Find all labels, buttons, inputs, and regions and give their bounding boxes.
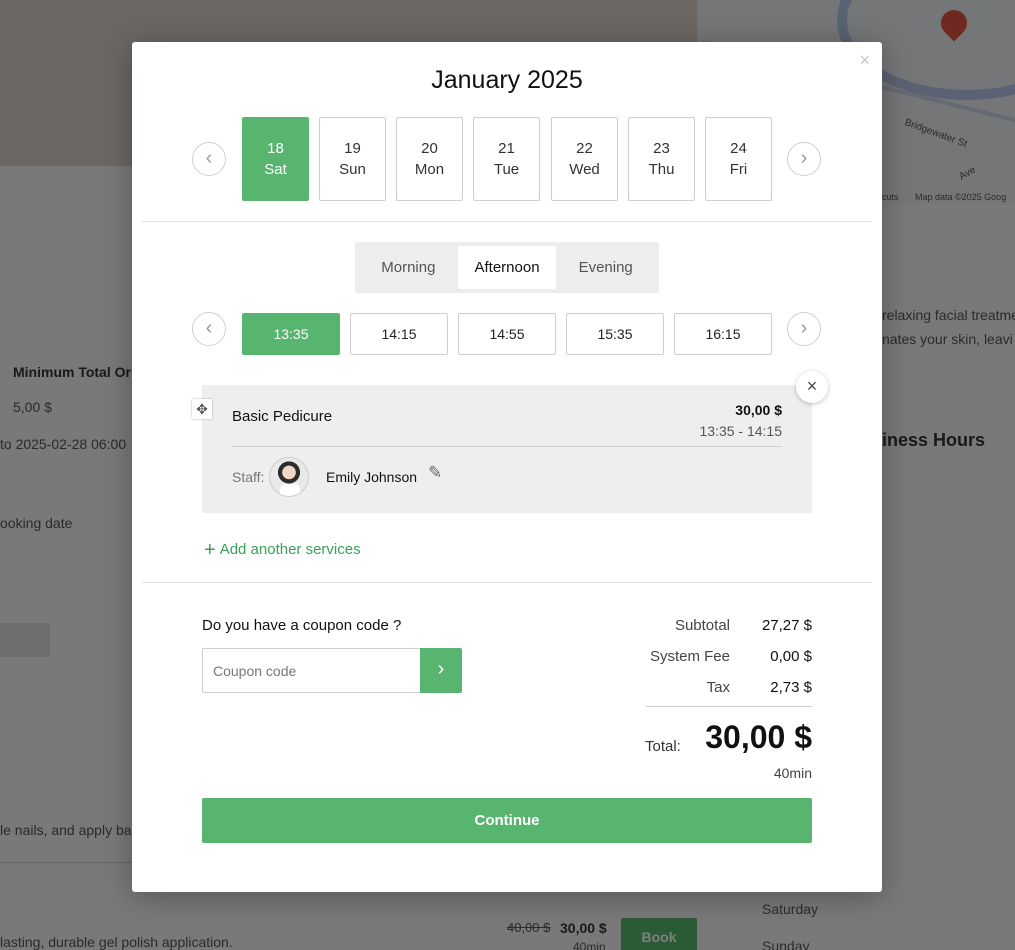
- apply-coupon-button[interactable]: ›: [420, 648, 462, 693]
- subtotal-value: 27,27 $: [761, 617, 812, 634]
- day-number: 22: [576, 140, 593, 157]
- total-value: 30,00 $: [705, 719, 812, 755]
- close-icon: ×: [806, 376, 818, 396]
- day-weekday: Tue: [493, 161, 520, 178]
- time-slot-1335[interactable]: 13:35: [242, 313, 340, 355]
- coupon-input[interactable]: [202, 648, 421, 693]
- day-24[interactable]: 24 Fri: [705, 117, 772, 201]
- divider: [142, 582, 872, 583]
- service-card: ✥ × Basic Pedicure 30,00 $ 13:35 - 14:15…: [192, 371, 828, 513]
- next-slots-button[interactable]: ›: [787, 312, 821, 346]
- total-duration: 40min: [773, 765, 812, 781]
- day-weekday: Wed: [569, 161, 600, 178]
- divider: [646, 706, 812, 707]
- time-slot-1615[interactable]: 16:15: [674, 313, 772, 355]
- day-number: 18: [267, 140, 284, 157]
- total-label: Total:: [645, 738, 681, 755]
- period-tabs: Morning Afternoon Evening: [355, 242, 659, 293]
- add-service-link[interactable]: + Add another services: [204, 539, 361, 562]
- divider: [142, 221, 872, 222]
- service-price: 30,00 $: [735, 402, 782, 418]
- day-21[interactable]: 21 Tue: [473, 117, 540, 201]
- day-number: 20: [421, 140, 438, 157]
- tab-evening[interactable]: Evening: [556, 246, 655, 289]
- continue-button[interactable]: Continue: [202, 798, 812, 843]
- chevron-left-icon: ‹: [205, 317, 213, 339]
- day-18[interactable]: 18 Sat: [242, 117, 309, 201]
- day-weekday: Thu: [648, 161, 675, 178]
- day-weekday: Mon: [414, 161, 445, 178]
- day-number: 24: [730, 140, 747, 157]
- chevron-right-icon: ›: [800, 147, 808, 169]
- chevron-right-icon: ›: [437, 658, 445, 680]
- system-fee-label: System Fee: [649, 648, 730, 665]
- day-22[interactable]: 22 Wed: [551, 117, 618, 201]
- service-name: Basic Pedicure: [232, 408, 333, 425]
- divider: [232, 446, 782, 447]
- day-23[interactable]: 23 Thu: [628, 117, 695, 201]
- prev-week-button[interactable]: ‹: [192, 142, 226, 176]
- prev-slots-button[interactable]: ‹: [192, 312, 226, 346]
- month-title: January 2025: [431, 66, 583, 94]
- day-number: 21: [498, 140, 515, 157]
- time-slot-1535[interactable]: 15:35: [566, 313, 664, 355]
- day-weekday: Sun: [339, 161, 366, 178]
- edit-icon[interactable]: ✎: [428, 463, 448, 483]
- chevron-left-icon: ‹: [205, 147, 213, 169]
- service-time: 13:35 - 14:15: [699, 423, 782, 439]
- tax-label: Tax: [706, 679, 730, 696]
- staff-name: Emily Johnson: [326, 469, 418, 485]
- next-week-button[interactable]: ›: [787, 142, 821, 176]
- chevron-right-icon: ›: [800, 317, 808, 339]
- day-weekday: Sat: [264, 161, 287, 178]
- avatar: [269, 457, 309, 497]
- system-fee-value: 0,00 $: [770, 648, 812, 665]
- booking-modal: × January 2025 ‹ 18 Sat 19 Sun 20 Mon 21…: [132, 42, 882, 892]
- tab-afternoon[interactable]: Afternoon: [457, 246, 557, 289]
- remove-service-button[interactable]: ×: [796, 371, 828, 403]
- tab-morning[interactable]: Morning: [359, 246, 458, 289]
- day-weekday: Fri: [729, 161, 748, 178]
- staff-label: Staff:: [232, 469, 265, 485]
- move-icon[interactable]: ✥: [192, 399, 212, 419]
- tax-value: 2,73 $: [770, 679, 812, 696]
- plus-icon: +: [204, 539, 216, 561]
- day-19[interactable]: 19 Sun: [319, 117, 386, 201]
- time-slot-1415[interactable]: 14:15: [350, 313, 448, 355]
- time-slot-1455[interactable]: 14:55: [458, 313, 556, 355]
- day-20[interactable]: 20 Mon: [396, 117, 463, 201]
- coupon-question: Do you have a coupon code ?: [202, 617, 402, 634]
- subtotal-label: Subtotal: [674, 617, 730, 634]
- day-number: 23: [653, 140, 670, 157]
- day-number: 19: [344, 140, 361, 157]
- add-service-label: Add another services: [219, 541, 361, 558]
